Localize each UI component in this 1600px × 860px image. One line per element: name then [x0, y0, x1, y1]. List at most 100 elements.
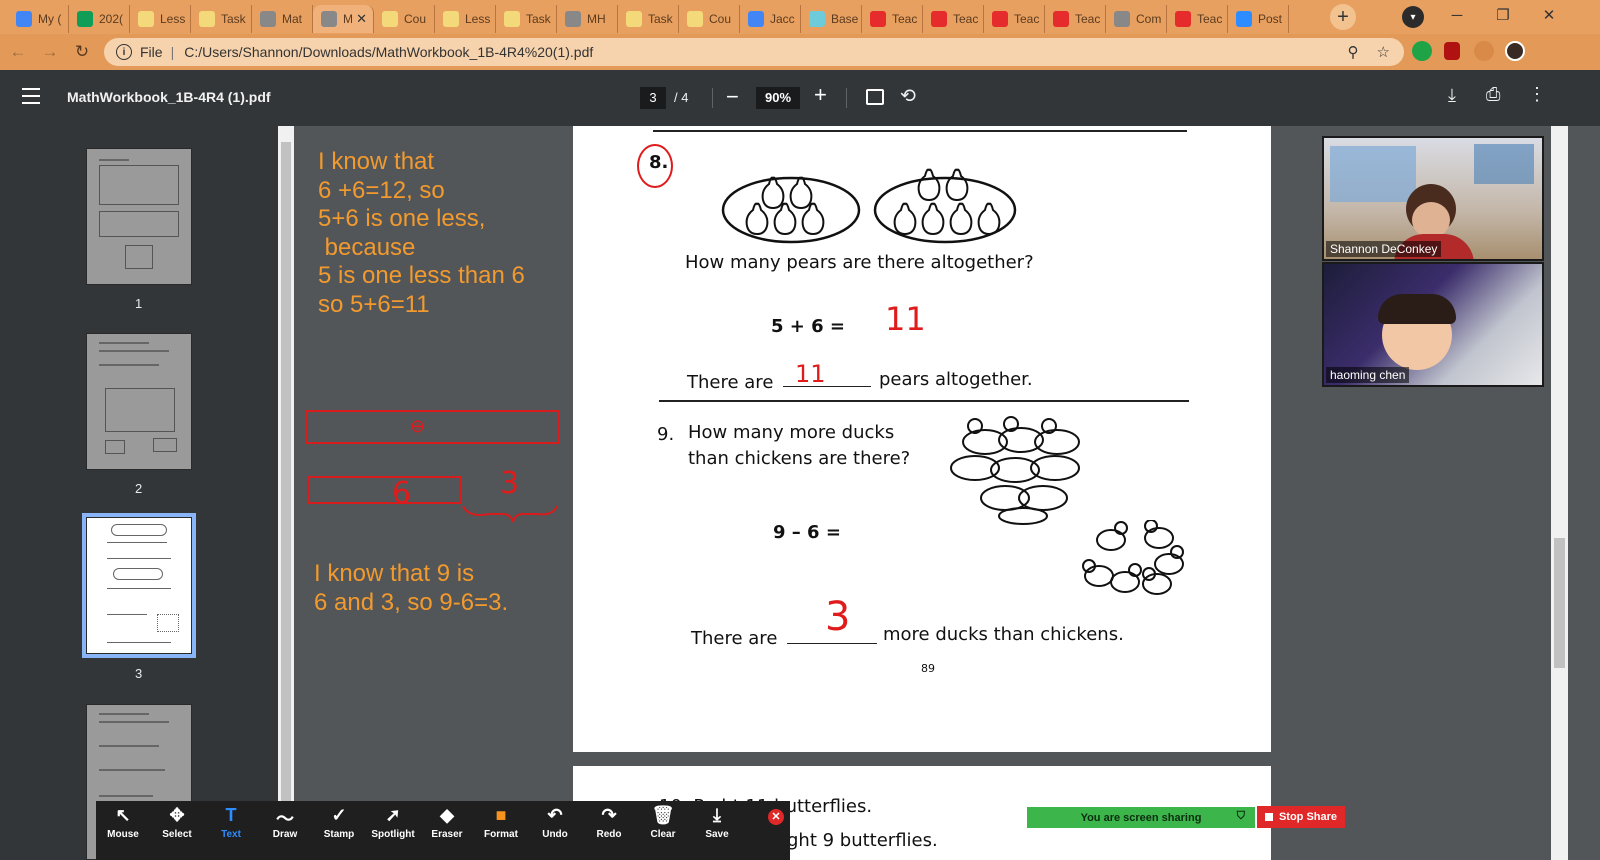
annotation-brace-mark: 3	[500, 466, 520, 501]
info-icon[interactable]: i	[116, 44, 132, 60]
browser-tab-6[interactable]: Cou	[374, 5, 435, 33]
browser-tab-19[interactable]: Teac	[1167, 5, 1228, 33]
format-tool-button[interactable]: ■ Format	[474, 801, 528, 860]
annotation-red-box-1	[306, 410, 559, 444]
minimize-button[interactable]: ─	[1434, 0, 1480, 30]
tab-close-icon[interactable]: ✕	[356, 11, 367, 27]
browser-tab-8[interactable]: Task	[496, 5, 557, 33]
tab-label: Teac	[953, 12, 979, 26]
close-window-button[interactable]: ✕	[1526, 0, 1572, 30]
profile-avatar[interactable]	[1505, 41, 1525, 61]
rotate-icon[interactable]: ⟲	[900, 85, 916, 108]
zoom-out-button[interactable]: −	[726, 84, 739, 110]
fit-page-icon[interactable]	[866, 89, 884, 105]
undo-tool-button[interactable]: ↶ Undo	[528, 801, 582, 860]
extension-puzzle-icon[interactable]	[1474, 41, 1494, 61]
tab-favicon-icon	[626, 11, 642, 27]
browser-tab-5[interactable]: M ✕	[313, 5, 374, 33]
browser-tab-0[interactable]: My (	[8, 5, 69, 33]
annotation-red-box-2	[308, 476, 461, 504]
question-8-equation: 5 + 6 =	[771, 316, 846, 337]
browser-tab-3[interactable]: Task	[191, 5, 252, 33]
sidebar-scrollbar[interactable]	[278, 126, 294, 860]
browser-tab-20[interactable]: Post	[1228, 5, 1289, 33]
tab-search-icon[interactable]: ▾	[1402, 6, 1424, 28]
close-annotation-icon[interactable]: ✕	[768, 809, 784, 825]
question-9-text-line-2: than chickens are there?	[688, 448, 911, 469]
redo-tool-button[interactable]: ↷ Redo	[582, 801, 636, 860]
mouse-tool-button[interactable]: ↖ Mouse	[96, 801, 150, 860]
screen-sharing-banner[interactable]: You are screen sharing ⛉	[1027, 807, 1255, 828]
zoom-magnifier-icon[interactable]: ⚲	[1348, 43, 1359, 61]
address-bar[interactable]: i File | C:/Users/Shannon/Downloads/Math…	[104, 38, 1404, 66]
browser-tab-16[interactable]: Teac	[984, 5, 1045, 33]
divider-middle	[659, 400, 1189, 402]
tab-label: Teac	[1014, 12, 1040, 26]
annotation-note-subtraction: I know that 9 is 6 and 3, so 9-6=3.	[314, 560, 509, 616]
spotlight-tool-button[interactable]: ➚ Spotlight	[366, 801, 420, 860]
stamp-tool-button[interactable]: ✓ Stamp	[312, 801, 366, 860]
tab-label: Task	[526, 12, 551, 26]
browser-tab-13[interactable]: Base	[801, 5, 862, 33]
bookmark-star-icon[interactable]: ☆	[1377, 43, 1390, 61]
stop-share-button[interactable]: Stop Share	[1257, 806, 1345, 828]
annotation-area: I know that 6 +6=12, so 5+6 is one less,…	[294, 126, 573, 860]
thumbnail-page-3[interactable]	[82, 513, 196, 658]
eraser-tool-button[interactable]: ◆ Eraser	[420, 801, 474, 860]
draw-icon: 〜	[276, 809, 294, 829]
trash-icon: 🗑	[651, 805, 675, 825]
browser-tab-4[interactable]: Mat	[252, 5, 313, 33]
browser-tab-15[interactable]: Teac	[923, 5, 984, 33]
extension-ublock-icon[interactable]	[1444, 42, 1460, 60]
zoom-level[interactable]: 90%	[756, 87, 800, 109]
tool-label: Stamp	[323, 829, 355, 840]
redo-icon: ↷	[601, 805, 617, 825]
browser-tab-14[interactable]: Teac	[862, 5, 923, 33]
browser-tab-7[interactable]: Less	[435, 5, 496, 33]
browser-tab-2[interactable]: Less	[130, 5, 191, 33]
save-tool-button[interactable]: ⤓ Save	[690, 801, 744, 860]
browser-tab-10[interactable]: Task	[618, 5, 679, 33]
browser-tab-strip: My (202(Less Task Mat M ✕ Cou Less Task MH Task Co…	[0, 0, 1600, 34]
browser-tab-1[interactable]: 202(	[69, 5, 130, 33]
download-icon[interactable]: ⤓	[1448, 85, 1456, 106]
pdf-toolbar: MathWorkbook_1B-4R4 (1).pdf / 4 − 90% + …	[0, 70, 1600, 126]
print-icon[interactable]: ⎙	[1486, 84, 1500, 105]
tab-label: Teac	[892, 12, 918, 26]
back-icon[interactable]: ←	[4, 38, 32, 66]
select-tool-button[interactable]: ✥ Select	[150, 801, 204, 860]
tab-favicon-icon	[1175, 11, 1191, 27]
page-number-input[interactable]	[640, 87, 666, 109]
thumbnail-page-2[interactable]	[86, 333, 192, 470]
participant-video-haoming[interactable]: haoming chen	[1322, 262, 1544, 387]
document-scrollbar[interactable]	[1551, 126, 1568, 860]
extension-green-icon[interactable]	[1412, 41, 1432, 61]
new-tab-button[interactable]: +	[1330, 4, 1356, 30]
restore-button[interactable]: ❐	[1480, 0, 1526, 30]
participant-video-shannon[interactable]: Shannon DeConkey	[1322, 136, 1544, 261]
stop-share-label: Stop Share	[1278, 811, 1338, 823]
forward-icon[interactable]: →	[36, 38, 64, 66]
more-actions-icon[interactable]: ⋮	[1528, 84, 1546, 105]
text-icon: T	[225, 805, 237, 825]
annotation-toolbar: ↖ Mouse ✥ Select T Text 〜 Draw ✓ Stamp ➚ Spotlight ◆…	[96, 801, 790, 860]
menu-icon[interactable]	[22, 88, 40, 106]
text-tool-button[interactable]: T Text	[204, 801, 258, 860]
draw-tool-button[interactable]: 〜 Draw	[258, 801, 312, 860]
browser-tab-9[interactable]: MH	[557, 5, 618, 33]
clear-tool-button[interactable]: 🗑 Clear	[636, 801, 690, 860]
browser-tab-11[interactable]: Cou	[679, 5, 740, 33]
tool-label: Save	[705, 829, 729, 840]
reload-icon[interactable]: ↻	[68, 38, 96, 66]
browser-tab-17[interactable]: Teac	[1045, 5, 1106, 33]
zoom-in-button[interactable]: +	[814, 82, 827, 108]
tab-favicon-icon	[260, 11, 276, 27]
browser-tab-18[interactable]: Com	[1106, 5, 1167, 33]
tab-label: MH	[587, 12, 606, 26]
url-text[interactable]: C:/Users/Shannon/Downloads/MathWorkbook_…	[184, 44, 593, 60]
tab-label: Teac	[1075, 12, 1101, 26]
format-icon: ■	[495, 805, 507, 825]
thumbnail-page-1[interactable]	[86, 148, 192, 285]
browser-tab-12[interactable]: Jacc	[740, 5, 801, 33]
tool-label: Format	[484, 829, 518, 840]
